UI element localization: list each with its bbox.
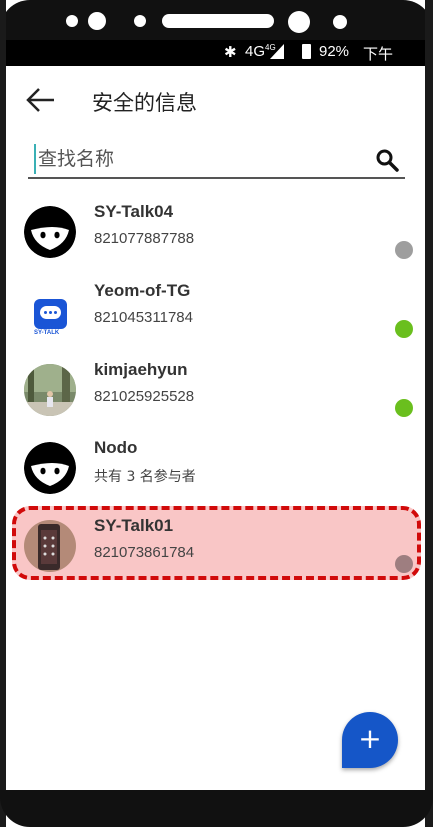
sy-talk-logo-avatar: SY-TALK: [24, 285, 76, 337]
sensor-dot: [88, 12, 106, 30]
page-title: 安全的信息: [92, 91, 197, 115]
contact-number: 821073861784: [94, 544, 195, 561]
status-bar: ✱ 4G4G 92% 下午4:25: [6, 40, 425, 82]
arrow-left-icon[interactable]: [26, 86, 56, 114]
default-face-avatar: [24, 442, 76, 494]
participant-count: 共有 3 名参与者: [94, 469, 196, 485]
battery-icon: [302, 44, 311, 59]
app-bar: 安全的信息: [6, 66, 425, 134]
right-bezel: [425, 0, 433, 827]
contact-name: SY-Talk04: [94, 202, 174, 221]
default-face-avatar: [24, 206, 76, 258]
photo-avatar: [24, 364, 76, 416]
battery-percent: 92%: [319, 43, 350, 60]
speaker-grille: [162, 14, 274, 28]
add-chat-button[interactable]: +: [342, 712, 398, 768]
phone-bottom-bezel: [0, 790, 433, 827]
bluetooth-icon: ✱: [224, 43, 237, 61]
contact-row[interactable]: SY-Talk04 821077887788: [6, 196, 425, 274]
contact-number: 821025925528: [94, 388, 195, 405]
phone-screen: ✱ 4G4G 92% 下午4:25 安全的信息 SY-Talk04 821077…: [0, 0, 433, 827]
sensor-dot-small: [134, 15, 146, 27]
phone-top-bezel: [0, 0, 433, 40]
contact-number: 821045311784: [94, 309, 193, 326]
plus-icon: +: [358, 722, 382, 755]
search-bar: [28, 140, 405, 179]
contact-row[interactable]: SY-TALK Yeom-of-TG 821045311784: [6, 275, 425, 353]
contact-name: Nodo: [94, 438, 138, 457]
offline-status-dot: [395, 241, 413, 259]
logo-label: SY-TALK: [34, 330, 60, 336]
search-input[interactable]: [34, 144, 360, 174]
online-status-dot: [395, 320, 413, 338]
signal-icon: [270, 44, 284, 59]
search-icon[interactable]: [375, 148, 399, 172]
phone-photo-avatar: [24, 520, 76, 572]
proximity-sensor: [333, 15, 347, 29]
front-camera: [288, 11, 310, 33]
contact-name: Yeom-of-TG: [94, 281, 191, 300]
contact-row-highlighted[interactable]: SY-Talk01 821073861784: [6, 510, 425, 588]
chat-bubble-icon: [34, 299, 67, 329]
camera-dot: [66, 15, 78, 27]
contact-number: 821077887788: [94, 230, 195, 247]
group-row[interactable]: Nodo 共有 3 名参与者: [6, 432, 425, 510]
online-status-dot: [395, 399, 413, 417]
contact-name: kimjaehyun: [94, 360, 188, 379]
offline-status-dot: [395, 555, 413, 573]
contact-row[interactable]: kimjaehyun 821025925528: [6, 354, 425, 432]
contact-name: SY-Talk01: [94, 516, 174, 535]
